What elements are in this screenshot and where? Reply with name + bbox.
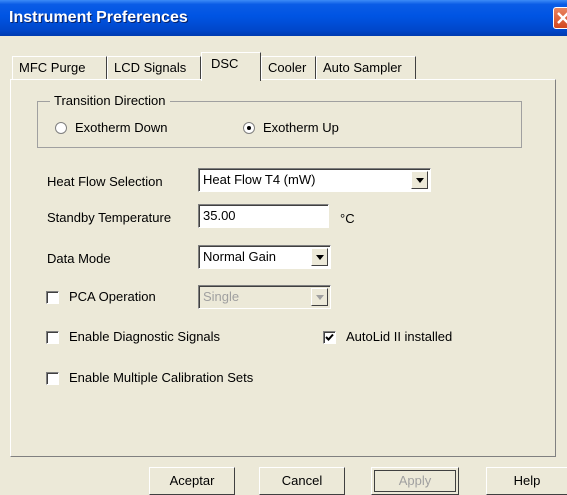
transition-direction-label: Transition Direction xyxy=(50,93,170,108)
exotherm-up-radio[interactable] xyxy=(243,122,255,134)
data-mode-select[interactable]: Normal Gain xyxy=(198,245,331,269)
standby-temperature-value: 35.00 xyxy=(203,208,236,223)
heat-flow-value: Heat Flow T4 (mW) xyxy=(203,172,316,187)
help-button[interactable]: Help xyxy=(486,467,567,495)
radio-selected-dot xyxy=(247,126,251,130)
heat-flow-select[interactable]: Heat Flow T4 (mW) xyxy=(198,168,431,192)
tab-auto-sampler[interactable]: Auto Sampler xyxy=(316,56,416,80)
cancel-button[interactable]: Cancel xyxy=(259,467,345,495)
pca-operation-label[interactable]: PCA Operation xyxy=(69,289,156,304)
multiple-calibration-label[interactable]: Enable Multiple Calibration Sets xyxy=(69,370,253,385)
tab-cooler[interactable]: Cooler xyxy=(261,56,316,80)
multiple-calibration-checkbox[interactable] xyxy=(46,372,59,385)
data-mode-value: Normal Gain xyxy=(203,249,276,264)
title-bar: Instrument Preferences xyxy=(0,0,567,36)
autolid-checkbox[interactable] xyxy=(323,331,336,344)
standby-temperature-input[interactable]: 35.00 xyxy=(198,204,329,228)
standby-temperature-label: Standby Temperature xyxy=(47,210,172,225)
pca-operation-select: Single xyxy=(198,285,331,309)
standby-temperature-unit: °C xyxy=(340,211,355,226)
tab-mfc-purge[interactable]: MFC Purge xyxy=(12,56,107,80)
close-button[interactable] xyxy=(553,7,567,29)
tab-dsc[interactable]: DSC xyxy=(201,52,261,81)
tab-label: MFC Purge xyxy=(19,60,86,75)
heat-flow-dropdown-button[interactable] xyxy=(411,171,428,189)
tab-label: LCD Signals xyxy=(114,60,187,75)
heat-flow-label: Heat Flow Selection xyxy=(47,174,163,189)
chevron-down-icon xyxy=(416,178,424,183)
tab-lcd-signals[interactable]: LCD Signals xyxy=(107,56,201,80)
exotherm-down-radio[interactable] xyxy=(55,122,67,134)
pca-operation-value: Single xyxy=(203,289,240,304)
window-title: Instrument Preferences xyxy=(9,9,188,26)
chevron-down-icon xyxy=(316,295,324,300)
pca-dropdown-button xyxy=(311,288,328,306)
exotherm-up-label[interactable]: Exotherm Up xyxy=(263,120,339,135)
ok-button[interactable]: Aceptar xyxy=(149,467,235,495)
checkmark-icon xyxy=(325,333,334,341)
pca-operation-checkbox[interactable] xyxy=(46,291,59,304)
exotherm-down-label[interactable]: Exotherm Down xyxy=(75,120,167,135)
chevron-down-icon xyxy=(316,255,324,260)
diagnostic-signals-label[interactable]: Enable Diagnostic Signals xyxy=(69,329,220,344)
data-mode-label: Data Mode xyxy=(47,251,111,266)
data-mode-dropdown-button[interactable] xyxy=(311,248,328,266)
tab-label: Auto Sampler xyxy=(323,60,402,75)
tab-label: DSC xyxy=(211,56,239,71)
apply-button: Apply xyxy=(371,467,459,495)
tab-label: Cooler xyxy=(268,60,307,75)
close-icon xyxy=(557,12,567,24)
autolid-label[interactable]: AutoLid II installed xyxy=(346,329,452,344)
diagnostic-signals-checkbox[interactable] xyxy=(46,331,59,344)
